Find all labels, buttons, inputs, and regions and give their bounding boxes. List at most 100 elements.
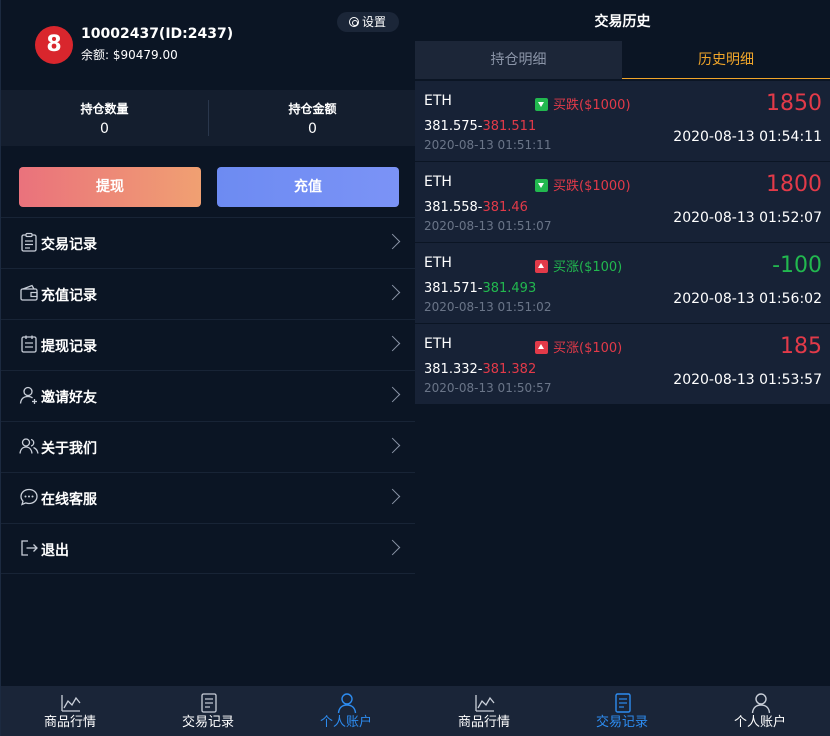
profile-header: 8 10002437(ID:2437) 余额: $90479.00 设置 — [1, 0, 416, 90]
tab-history[interactable]: 历史明细 — [622, 41, 830, 79]
arrow-up-icon — [535, 260, 548, 273]
trade-row[interactable]: ETH 买跌($1000) 1850 381.575-381.511 2020-… — [415, 81, 830, 161]
trade-row[interactable]: ETH 买涨($100) -100 381.571-381.493 2020-0… — [415, 243, 830, 323]
stat-position-amount: 持仓金额 0 — [209, 90, 416, 146]
stat-value: 0 — [100, 121, 109, 137]
chevron-right-icon — [384, 437, 401, 454]
chevron-right-icon — [384, 539, 401, 556]
nav-label: 交易记录 — [595, 715, 648, 730]
trade-amount: ($100) — [579, 341, 623, 356]
menu-label: 退出 — [41, 543, 69, 559]
close-price: 381.493 — [482, 281, 537, 296]
gear-icon — [349, 17, 359, 27]
trade-profit: 1850 — [766, 91, 822, 116]
arrow-down-icon — [535, 98, 548, 111]
trade-symbol: ETH — [424, 93, 452, 109]
logout-icon — [21, 540, 38, 556]
trade-prices: 381.558-381.46 — [424, 200, 528, 215]
avatar-logo: 8 — [46, 32, 62, 57]
arrow-up-icon — [535, 341, 548, 354]
close-time: 2020-08-13 01:56:02 — [673, 291, 822, 307]
trade-prices: 381.575-381.511 — [424, 119, 537, 134]
chat-icon — [20, 488, 38, 506]
trade-prices: 381.571-381.493 — [424, 281, 537, 296]
close-time: 2020-08-13 01:52:07 — [673, 210, 822, 226]
page-title: 交易历史 — [594, 14, 651, 30]
trade-profit: 1800 — [766, 172, 822, 197]
chevron-right-icon — [384, 386, 401, 403]
nav-label: 商品行情 — [457, 715, 510, 730]
direction-label: 买涨 — [553, 260, 580, 275]
menu-item-about-us[interactable]: 关于我们 — [1, 421, 416, 472]
trade-direction: 买跌($1000) — [535, 94, 631, 113]
bottom-nav: 商品行情 交易记录 个人账户 — [1, 686, 416, 736]
clipboard-icon — [21, 232, 37, 252]
menu-label: 充值记录 — [41, 288, 97, 304]
menu-item-online-support[interactable]: 在线客服 — [1, 472, 416, 523]
trade-row[interactable]: ETH 买跌($1000) 1800 381.558-381.46 2020-0… — [415, 162, 830, 242]
stat-label: 持仓数量 — [80, 102, 129, 116]
menu-item-trade-records[interactable]: 交易记录 — [1, 217, 416, 268]
close-price: 381.382 — [482, 362, 537, 377]
balance: 余额: $90479.00 — [81, 46, 178, 63]
trade-amount: ($1000) — [579, 179, 631, 194]
trade-symbol: ETH — [424, 255, 452, 271]
open-time: 2020-08-13 01:50:57 — [424, 381, 552, 395]
nav-item-trade-records[interactable]: 交易记录 — [139, 686, 277, 736]
avatar[interactable]: 8 — [35, 26, 73, 64]
open-price: 381.332 — [424, 362, 478, 377]
menu-item-invite-friends[interactable]: 邀请好友 — [1, 370, 416, 421]
nav-item-market[interactable]: 商品行情 — [1, 686, 139, 736]
balance-label: 余额: — [81, 48, 110, 62]
trade-symbol: ETH — [424, 336, 452, 352]
open-price: 381.571 — [424, 281, 478, 296]
direction-label: 买跌 — [553, 98, 580, 113]
menu-item-withdraw-records[interactable]: 提现记录 — [1, 319, 416, 370]
menu-item-logout[interactable]: 退出 — [1, 523, 416, 574]
list-icon — [21, 335, 37, 353]
stat-value: 0 — [308, 121, 317, 137]
nav-item-market[interactable]: 商品行情 — [415, 686, 553, 736]
deposit-button[interactable]: 充值 — [217, 167, 399, 207]
open-time: 2020-08-13 01:51:07 — [424, 219, 552, 233]
withdraw-button[interactable]: 提现 — [19, 167, 201, 207]
holdings-stats: 持仓数量 0 持仓金额 0 — [1, 90, 416, 146]
settings-button[interactable]: 设置 — [337, 12, 399, 32]
tab-positions[interactable]: 持仓明细 — [415, 41, 622, 79]
menu-label: 在线客服 — [41, 492, 97, 508]
close-price: 381.46 — [482, 200, 528, 215]
user-add-icon — [19, 386, 37, 404]
nav-item-trade-records[interactable]: 交易记录 — [553, 686, 691, 736]
close-time: 2020-08-13 01:54:11 — [673, 129, 822, 145]
close-time: 2020-08-13 01:53:57 — [673, 372, 822, 388]
settings-label: 设置 — [362, 15, 387, 29]
nav-label: 个人账户 — [319, 715, 372, 730]
trade-amount: ($100) — [579, 260, 623, 275]
trade-prices: 381.332-381.382 — [424, 362, 537, 377]
nav-label: 商品行情 — [43, 715, 96, 730]
account-panel: 8 10002437(ID:2437) 余额: $90479.00 设置 持仓数… — [0, 0, 416, 736]
balance-value: $90479.00 — [112, 48, 178, 62]
chevron-right-icon — [384, 488, 401, 505]
stat-label: 持仓金额 — [288, 102, 337, 116]
bottom-nav: 商品行情 交易记录 个人账户 — [415, 686, 830, 736]
account-menu: 交易记录 充值记录 提现记录 邀请好友 关于我们 在线客服 退出 — [1, 217, 416, 574]
nav-item-account[interactable]: 个人账户 — [277, 686, 415, 736]
open-price: 381.575 — [424, 119, 478, 134]
username: 10002437(ID:2437) — [81, 26, 234, 42]
trade-list: ETH 买跌($1000) 1850 381.575-381.511 2020-… — [415, 81, 830, 405]
nav-item-account[interactable]: 个人账户 — [691, 686, 829, 736]
trade-profit: 185 — [780, 334, 822, 359]
history-tabs: 持仓明细 历史明细 — [415, 41, 830, 79]
menu-item-deposit-records[interactable]: 充值记录 — [1, 268, 416, 319]
direction-label: 买涨 — [553, 341, 580, 356]
trade-row[interactable]: ETH 买涨($100) 185 381.332-381.382 2020-08… — [415, 324, 830, 404]
chevron-right-icon — [384, 233, 401, 250]
trade-amount: ($1000) — [579, 98, 631, 113]
trade-profit: -100 — [772, 253, 822, 278]
trade-direction: 买涨($100) — [535, 337, 622, 356]
chevron-right-icon — [384, 335, 401, 352]
open-time: 2020-08-13 01:51:11 — [424, 138, 552, 152]
nav-label: 个人账户 — [733, 715, 786, 730]
stat-position-count: 持仓数量 0 — [1, 90, 208, 146]
